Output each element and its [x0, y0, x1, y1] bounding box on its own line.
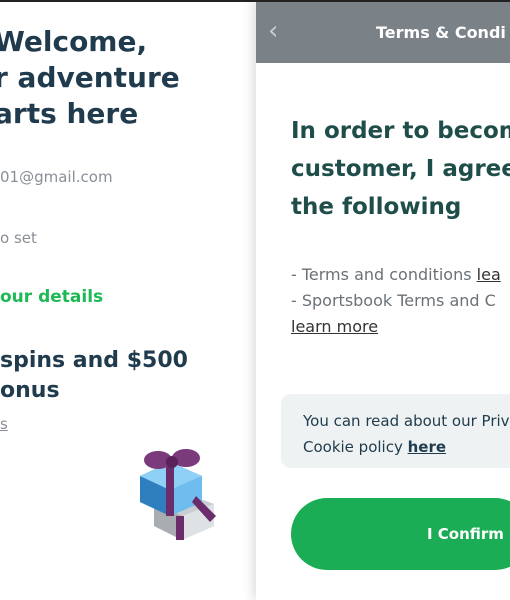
- email-value: 01@gmail.com: [0, 168, 113, 186]
- heading-line-3: the following: [291, 194, 462, 220]
- your-details-link[interactable]: our details: [0, 287, 103, 307]
- modal-title: Terms & Condi: [376, 23, 506, 42]
- welcome-offer-text: spins and $500 onus: [0, 346, 240, 406]
- terms-learn-more-link[interactable]: lea: [477, 265, 501, 284]
- welcome-line-3: arts here: [0, 97, 139, 130]
- consent-heading: In order to becom customer, I agree the …: [291, 112, 510, 226]
- modal-header: ‹ Terms & Condi: [256, 0, 510, 63]
- registration-background-page: Welcome, r adventure arts here 01@gmail.…: [0, 0, 256, 600]
- terms-list: - Terms and conditions lea - Sportsbook …: [291, 262, 501, 340]
- terms-item-label: - Terms and conditions: [291, 265, 477, 284]
- welcome-line-2: r adventure: [0, 61, 180, 94]
- cookie-policy-label: Cookie policy: [303, 438, 408, 456]
- privacy-notice: You can read about our Priv Cookie polic…: [281, 394, 510, 468]
- heading-line-2: customer, I agree: [291, 156, 510, 182]
- cookie-policy-here-link[interactable]: here: [408, 438, 446, 456]
- privacy-notice-line-2: Cookie policy here: [303, 434, 499, 460]
- terms-item-sportsbook: - Sportsbook Terms and C: [291, 291, 496, 310]
- offer-terms-link[interactable]: s: [0, 415, 8, 433]
- heading-line-1: In order to becom: [291, 118, 510, 144]
- confirm-button[interactable]: I Confirm: [291, 498, 510, 570]
- offer-line-2: onus: [0, 378, 60, 403]
- privacy-notice-line-1: You can read about our Priv: [303, 412, 510, 430]
- welcome-line-1: Welcome,: [0, 25, 148, 58]
- password-status: o set: [0, 229, 37, 247]
- offer-line-1: spins and $500: [0, 348, 188, 373]
- sportsbook-learn-more-link[interactable]: learn more: [291, 317, 378, 336]
- terms-item-general: - Terms and conditions lea: [291, 262, 501, 288]
- chevron-left-icon[interactable]: ‹: [268, 18, 278, 44]
- welcome-heading: Welcome, r adventure arts here: [0, 24, 254, 132]
- terms-modal: ‹ Terms & Condi In order to becom custom…: [256, 0, 510, 600]
- gift-box-icon: [140, 449, 216, 540]
